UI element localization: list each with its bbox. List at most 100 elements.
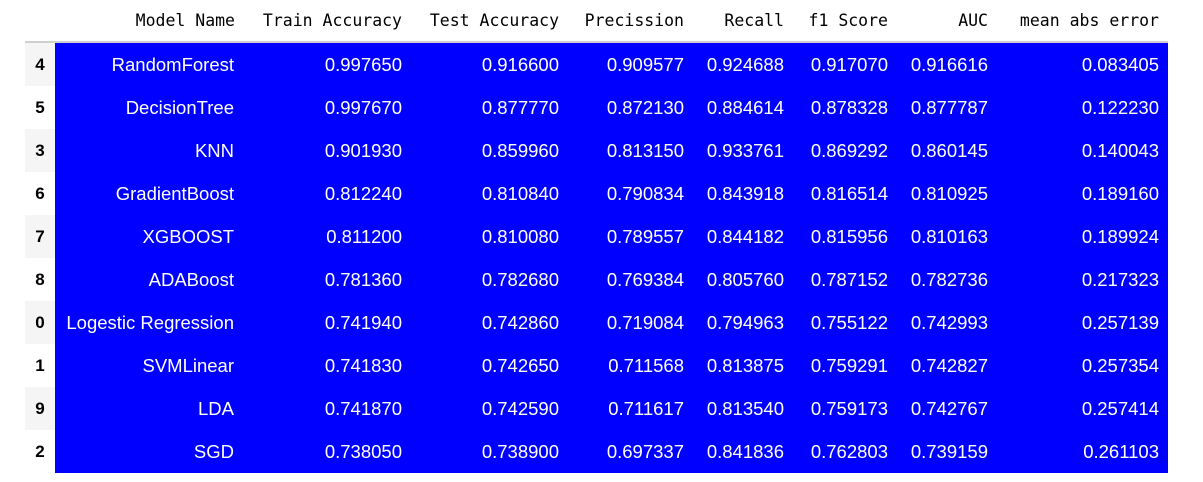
precission-cell: 0.790834 [568, 172, 693, 215]
mean-abs-error-cell: 0.189160 [997, 172, 1168, 215]
test-accuracy-cell: 0.742860 [411, 301, 568, 344]
row-index-cell: 5 [25, 86, 55, 129]
recall-column-header: Recall [693, 0, 793, 43]
train-accuracy-cell: 0.741940 [244, 301, 411, 344]
table-row: 9 LDA 0.741870 0.742590 0.711617 0.813540 0.75… [25, 387, 1168, 430]
precission-cell: 0.769384 [568, 258, 693, 301]
f1-score-cell: 0.917070 [793, 42, 897, 86]
auc-cell: 0.916616 [897, 42, 997, 86]
mean-abs-error-cell: 0.257354 [997, 344, 1168, 387]
table-row: 3 KNN 0.901930 0.859960 0.813150 0.933761 0.86… [25, 129, 1168, 172]
test-accuracy-cell: 0.877770 [411, 86, 568, 129]
row-index-cell: 2 [25, 430, 55, 473]
test-accuracy-cell: 0.810080 [411, 215, 568, 258]
mean-abs-error-cell: 0.217323 [997, 258, 1168, 301]
precission-cell: 0.719084 [568, 301, 693, 344]
test-accuracy-column-header: Test Accuracy [411, 0, 568, 43]
row-index-cell: 3 [25, 129, 55, 172]
model-name-cell: LDA [55, 387, 244, 430]
mean-abs-error-cell: 0.257414 [997, 387, 1168, 430]
table-body: 4 RandomForest 0.997650 0.916600 0.909577 0.9… [25, 42, 1168, 473]
precission-cell: 0.909577 [568, 42, 693, 86]
auc-column-header: AUC [897, 0, 997, 43]
train-accuracy-cell: 0.741870 [244, 387, 411, 430]
index-column-header [25, 0, 55, 43]
table-row: 8 ADABoost 0.781360 0.782680 0.769384 0.80576… [25, 258, 1168, 301]
recall-cell: 0.813875 [693, 344, 793, 387]
recall-cell: 0.843918 [693, 172, 793, 215]
mean-abs-error-cell: 0.122230 [997, 86, 1168, 129]
precission-cell: 0.789557 [568, 215, 693, 258]
test-accuracy-cell: 0.738900 [411, 430, 568, 473]
f1-score-cell: 0.759173 [793, 387, 897, 430]
row-index-cell: 6 [25, 172, 55, 215]
recall-cell: 0.794963 [693, 301, 793, 344]
f1-score-cell: 0.816514 [793, 172, 897, 215]
train-accuracy-cell: 0.741830 [244, 344, 411, 387]
row-index-cell: 0 [25, 301, 55, 344]
recall-cell: 0.844182 [693, 215, 793, 258]
precission-cell: 0.813150 [568, 129, 693, 172]
auc-cell: 0.782736 [897, 258, 997, 301]
precission-cell: 0.872130 [568, 86, 693, 129]
test-accuracy-cell: 0.742590 [411, 387, 568, 430]
model-name-cell: GradientBoost [55, 172, 244, 215]
mean-abs-error-cell: 0.189924 [997, 215, 1168, 258]
model-name-cell: SGD [55, 430, 244, 473]
precission-column-header: Precission [568, 0, 693, 43]
recall-cell: 0.813540 [693, 387, 793, 430]
f1-score-cell: 0.869292 [793, 129, 897, 172]
table-row: 6 GradientBoost 0.812240 0.810840 0.790834 0.… [25, 172, 1168, 215]
f1-score-cell: 0.878328 [793, 86, 897, 129]
model-name-cell: XGBOOST [55, 215, 244, 258]
table-row: 0 Logestic Regression 0.741940 0.742860 0.71… [25, 301, 1168, 344]
f1-score-column-header: f1 Score [793, 0, 897, 43]
row-index-cell: 4 [25, 42, 55, 86]
model-name-cell: ADABoost [55, 258, 244, 301]
mean-abs-error-cell: 0.257139 [997, 301, 1168, 344]
results-table: Model Name Train Accuracy Test Accuracy … [25, 0, 1168, 473]
f1-score-cell: 0.759291 [793, 344, 897, 387]
precission-cell: 0.711568 [568, 344, 693, 387]
train-accuracy-cell: 0.997650 [244, 42, 411, 86]
mean-abs-error-column-header: mean abs error [997, 0, 1168, 43]
mean-abs-error-cell: 0.261103 [997, 430, 1168, 473]
auc-cell: 0.742767 [897, 387, 997, 430]
precission-cell: 0.697337 [568, 430, 693, 473]
mean-abs-error-cell: 0.140043 [997, 129, 1168, 172]
model-name-cell: SVMLinear [55, 344, 244, 387]
train-accuracy-cell: 0.738050 [244, 430, 411, 473]
f1-score-cell: 0.755122 [793, 301, 897, 344]
train-accuracy-cell: 0.901930 [244, 129, 411, 172]
table-header-row: Model Name Train Accuracy Test Accuracy … [25, 0, 1168, 43]
train-accuracy-column-header: Train Accuracy [244, 0, 411, 43]
auc-cell: 0.860145 [897, 129, 997, 172]
table-row: 7 XGBOOST 0.811200 0.810080 0.789557 0.844182… [25, 215, 1168, 258]
test-accuracy-cell: 0.810840 [411, 172, 568, 215]
model-name-cell: RandomForest [55, 42, 244, 86]
f1-score-cell: 0.787152 [793, 258, 897, 301]
row-index-cell: 1 [25, 344, 55, 387]
auc-cell: 0.739159 [897, 430, 997, 473]
recall-cell: 0.884614 [693, 86, 793, 129]
f1-score-cell: 0.815956 [793, 215, 897, 258]
auc-cell: 0.810163 [897, 215, 997, 258]
auc-cell: 0.742993 [897, 301, 997, 344]
model-name-cell: DecisionTree [55, 86, 244, 129]
recall-cell: 0.933761 [693, 129, 793, 172]
row-index-cell: 9 [25, 387, 55, 430]
test-accuracy-cell: 0.859960 [411, 129, 568, 172]
train-accuracy-cell: 0.811200 [244, 215, 411, 258]
recall-cell: 0.805760 [693, 258, 793, 301]
mean-abs-error-cell: 0.083405 [997, 42, 1168, 86]
model-name-column-header: Model Name [55, 0, 244, 43]
recall-cell: 0.841836 [693, 430, 793, 473]
f1-score-cell: 0.762803 [793, 430, 897, 473]
table-row: 4 RandomForest 0.997650 0.916600 0.909577 0.9… [25, 42, 1168, 86]
recall-cell: 0.924688 [693, 42, 793, 86]
auc-cell: 0.810925 [897, 172, 997, 215]
model-name-cell: KNN [55, 129, 244, 172]
row-index-cell: 8 [25, 258, 55, 301]
auc-cell: 0.877787 [897, 86, 997, 129]
row-index-cell: 7 [25, 215, 55, 258]
